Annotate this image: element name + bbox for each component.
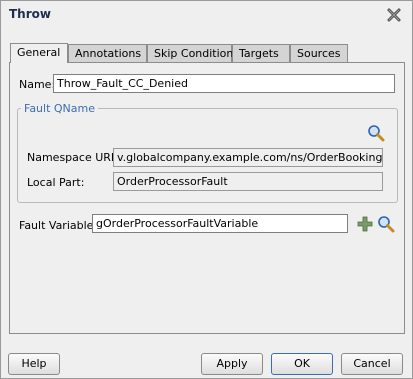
tab-label: General	[17, 46, 61, 59]
local-part-field[interactable]: OrderProcessorFault	[113, 172, 383, 191]
tab-general[interactable]: General	[10, 43, 68, 63]
close-icon[interactable]	[386, 7, 402, 23]
tab-label: Targets	[239, 47, 279, 60]
tab-skip-condition[interactable]: Skip Condition	[147, 44, 234, 62]
throw-dialog: Throw General Annotations Skip Condition…	[0, 0, 413, 379]
apply-button[interactable]: Apply	[201, 353, 263, 375]
cancel-button[interactable]: Cancel	[341, 353, 403, 375]
search-icon[interactable]	[377, 215, 395, 233]
help-button[interactable]: Help	[8, 353, 60, 375]
search-icon[interactable]	[367, 124, 385, 142]
fault-qname-legend: Fault QName	[21, 102, 99, 115]
namespace-field[interactable]: v.globalcompany.example.com/ns/OrderBook…	[113, 148, 383, 167]
name-input[interactable]: Throw_Fault_CC_Denied	[53, 74, 395, 93]
dialog-title: Throw	[9, 7, 51, 21]
name-label: Name:	[19, 78, 56, 91]
tab-label: Annotations	[75, 47, 142, 60]
fault-variable-input[interactable]: gOrderProcessorFaultVariable	[92, 214, 348, 233]
plus-icon[interactable]	[356, 215, 374, 233]
tab-label: Sources	[297, 47, 341, 60]
fault-variable-label: Fault Variable:	[19, 219, 98, 232]
namespace-label: Namespace URI:	[27, 151, 118, 164]
tab-label: Skip Condition	[154, 47, 234, 60]
ok-button[interactable]: OK	[271, 353, 333, 375]
tab-sources[interactable]: Sources	[290, 44, 348, 62]
tab-annotations[interactable]: Annotations	[68, 44, 147, 62]
local-part-label: Local Part:	[27, 176, 85, 189]
tab-targets[interactable]: Targets	[232, 44, 290, 62]
